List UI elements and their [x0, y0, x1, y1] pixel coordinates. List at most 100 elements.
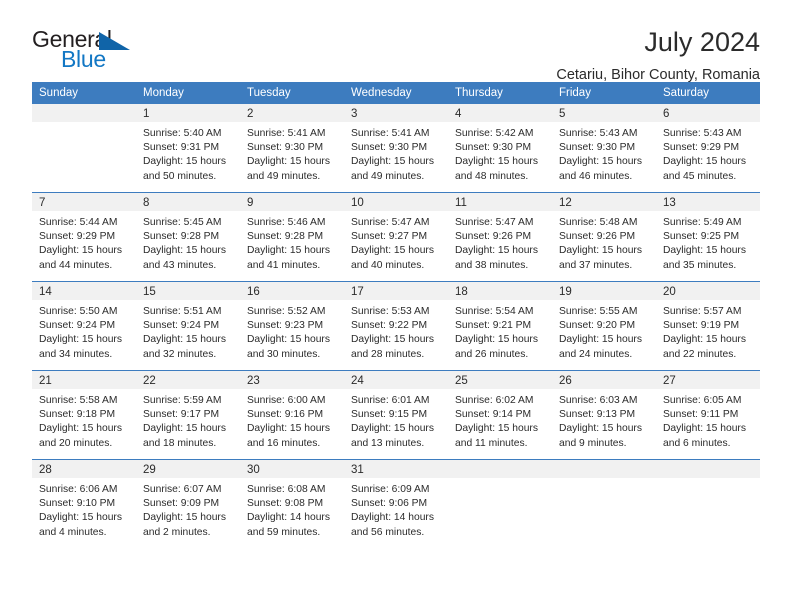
sunset-text: Sunset: 9:30 PM — [559, 142, 636, 154]
day-number: 22 — [136, 371, 240, 389]
calendar-day-cell[interactable]: 13 Sunrise: 5:49 AM Sunset: 9:25 PM Dayligh… — [656, 192, 760, 282]
calendar-day-cell[interactable]: 15 Sunrise: 5:51 AM Sunset: 9:24 PM Dayligh… — [136, 281, 240, 371]
calendar-day-cell[interactable]: 28 Sunrise: 6:06 AM Sunset: 9:10 PM Dayligh… — [32, 459, 136, 548]
sunrise-text: Sunrise: 5:52 AM — [247, 306, 326, 317]
calendar-day-cell[interactable]: 4 Sunrise: 5:42 AM Sunset: 9:30 PM Daylight… — [448, 104, 552, 193]
day-number: 5 — [552, 104, 656, 122]
calendar-day-cell[interactable]: 10 Sunrise: 5:47 AM Sunset: 9:27 PM Dayligh… — [344, 192, 448, 282]
generalblue-logo[interactable]: General Blue — [32, 26, 142, 72]
calendar-day-cell[interactable]: 25 Sunrise: 6:02 AM Sunset: 9:14 PM Dayligh… — [448, 370, 552, 460]
daylight-text-line1: Daylight: 15 hours — [39, 334, 122, 346]
sunset-text: Sunset: 9:27 PM — [351, 231, 428, 243]
daylight-text-line1: Daylight: 15 hours — [247, 423, 330, 435]
sunset-text: Sunset: 9:14 PM — [455, 409, 532, 421]
page-header: General Blue July 2024 Cetariu, Bihor Co… — [32, 0, 760, 83]
calendar-day-cell[interactable]: 20 Sunrise: 5:57 AM Sunset: 9:19 PM Dayligh… — [656, 281, 760, 371]
sunset-text: Sunset: 9:26 PM — [559, 231, 636, 243]
calendar-day-cell[interactable]: 16 Sunrise: 5:52 AM Sunset: 9:23 PM Dayligh… — [240, 281, 344, 371]
daylight-text-line2: and 50 minutes. — [143, 170, 217, 182]
daylight-text-line1: Daylight: 15 hours — [143, 423, 226, 435]
daylight-text-line2: and 49 minutes. — [247, 170, 321, 182]
daylight-text-line2: and 43 minutes. — [143, 259, 217, 271]
daylight-text-line1: Daylight: 15 hours — [143, 512, 226, 524]
daylight-text-line2: and 46 minutes. — [559, 170, 633, 182]
sunset-text: Sunset: 9:24 PM — [39, 320, 116, 332]
day-details: Sunrise: 5:57 AM Sunset: 9:19 PM Daylight:… — [656, 300, 760, 362]
sunrise-text: Sunrise: 5:57 AM — [663, 306, 742, 317]
calendar-day-cell[interactable]: 30 Sunrise: 6:08 AM Sunset: 9:08 PM Dayligh… — [240, 459, 344, 548]
daylight-text-line2: and 40 minutes. — [351, 259, 425, 271]
calendar-day-cell[interactable]: 9 Sunrise: 5:46 AM Sunset: 9:28 PM Daylight… — [240, 192, 344, 282]
day-details: Sunrise: 6:05 AM Sunset: 9:11 PM Daylight:… — [656, 389, 760, 451]
calendar-day-cell[interactable]: 19 Sunrise: 5:55 AM Sunset: 9:20 PM Dayligh… — [552, 281, 656, 371]
calendar-day-cell[interactable]: 12 Sunrise: 5:48 AM Sunset: 9:26 PM Dayligh… — [552, 192, 656, 282]
day-number: 7 — [32, 193, 136, 211]
calendar-day-cell[interactable]: 14 Sunrise: 5:50 AM Sunset: 9:24 PM Dayligh… — [32, 281, 136, 371]
daylight-text-line1: Daylight: 15 hours — [351, 423, 434, 435]
calendar-day-cell[interactable]: 3 Sunrise: 5:41 AM Sunset: 9:30 PM Daylight… — [344, 104, 448, 193]
calendar-day-cell[interactable]: 2 Sunrise: 5:41 AM Sunset: 9:30 PM Daylight… — [240, 104, 344, 193]
daylight-text-line1: Daylight: 15 hours — [455, 245, 538, 257]
day-number: 6 — [656, 104, 760, 122]
sunrise-text: Sunrise: 5:43 AM — [559, 128, 638, 139]
sunset-text: Sunset: 9:28 PM — [143, 231, 220, 243]
sunrise-text: Sunrise: 5:59 AM — [143, 395, 222, 406]
daylight-text-line1: Daylight: 15 hours — [663, 334, 746, 346]
calendar-day-cell[interactable]: 24 Sunrise: 6:01 AM Sunset: 9:15 PM Dayligh… — [344, 370, 448, 460]
day-number: 10 — [344, 193, 448, 211]
daylight-text-line1: Daylight: 15 hours — [559, 156, 642, 168]
sunset-text: Sunset: 9:17 PM — [143, 409, 220, 421]
sunrise-text: Sunrise: 5:50 AM — [39, 306, 118, 317]
calendar-day-cell[interactable]: 1 Sunrise: 5:40 AM Sunset: 9:31 PM Daylight… — [136, 104, 240, 193]
calendar-day-cell[interactable]: 6 Sunrise: 5:43 AM Sunset: 9:29 PM Daylight… — [656, 104, 760, 193]
daylight-text-line2: and 9 minutes. — [559, 437, 627, 449]
day-details: Sunrise: 5:52 AM Sunset: 9:23 PM Daylight:… — [240, 300, 344, 362]
day-details: Sunrise: 6:07 AM Sunset: 9:09 PM Daylight:… — [136, 478, 240, 540]
sunset-text: Sunset: 9:22 PM — [351, 320, 428, 332]
calendar-day-cell[interactable]: 21 Sunrise: 5:58 AM Sunset: 9:18 PM Dayligh… — [32, 370, 136, 460]
calendar-day-cell[interactable]: 27 Sunrise: 6:05 AM Sunset: 9:11 PM Dayligh… — [656, 370, 760, 460]
calendar-day-cell[interactable]: 22 Sunrise: 5:59 AM Sunset: 9:17 PM Dayligh… — [136, 370, 240, 460]
day-details: Sunrise: 5:50 AM Sunset: 9:24 PM Daylight:… — [32, 300, 136, 362]
day-details: Sunrise: 5:45 AM Sunset: 9:28 PM Daylight:… — [136, 211, 240, 273]
calendar-day-cell[interactable]: 26 Sunrise: 6:03 AM Sunset: 9:13 PM Dayligh… — [552, 370, 656, 460]
calendar-day-cell[interactable]: 29 Sunrise: 6:07 AM Sunset: 9:09 PM Dayligh… — [136, 459, 240, 548]
day-details: Sunrise: 6:00 AM Sunset: 9:16 PM Daylight:… — [240, 389, 344, 451]
weekday-header-sunday: Sunday — [32, 82, 136, 104]
calendar-day-cell[interactable]: 8 Sunrise: 5:45 AM Sunset: 9:28 PM Daylight… — [136, 192, 240, 282]
calendar-day-cell[interactable]: 23 Sunrise: 6:00 AM Sunset: 9:16 PM Dayligh… — [240, 370, 344, 460]
sunset-text: Sunset: 9:31 PM — [143, 142, 220, 154]
calendar-day-cell[interactable]: 7 Sunrise: 5:44 AM Sunset: 9:29 PM Daylight… — [32, 192, 136, 282]
day-details: Sunrise: 6:02 AM Sunset: 9:14 PM Daylight:… — [448, 389, 552, 451]
sunrise-text: Sunrise: 6:08 AM — [247, 484, 326, 495]
day-number: 12 — [552, 193, 656, 211]
calendar-day-cell[interactable]: 31 Sunrise: 6:09 AM Sunset: 9:06 PM Dayligh… — [344, 459, 448, 548]
day-number: 8 — [136, 193, 240, 211]
calendar-day-cell[interactable]: 5 Sunrise: 5:43 AM Sunset: 9:30 PM Daylight… — [552, 104, 656, 193]
daylight-text-line1: Daylight: 15 hours — [663, 423, 746, 435]
day-details: Sunrise: 5:46 AM Sunset: 9:28 PM Daylight:… — [240, 211, 344, 273]
day-details: Sunrise: 5:44 AM Sunset: 9:29 PM Daylight:… — [32, 211, 136, 273]
calendar-day-cell-empty — [656, 459, 760, 548]
day-details: Sunrise: 5:59 AM Sunset: 9:17 PM Daylight:… — [136, 389, 240, 451]
calendar-week-row: 1 Sunrise: 5:40 AM Sunset: 9:31 PM Daylight… — [32, 104, 760, 193]
calendar-day-cell[interactable]: 18 Sunrise: 5:54 AM Sunset: 9:21 PM Dayligh… — [448, 281, 552, 371]
daylight-text-line2: and 41 minutes. — [247, 259, 321, 271]
daylight-text-line1: Daylight: 15 hours — [455, 156, 538, 168]
weekday-header-saturday: Saturday — [656, 82, 760, 104]
daylight-text-line2: and 30 minutes. — [247, 348, 321, 360]
day-details: Sunrise: 6:08 AM Sunset: 9:08 PM Daylight:… — [240, 478, 344, 540]
sunrise-text: Sunrise: 5:45 AM — [143, 217, 222, 228]
sunset-text: Sunset: 9:25 PM — [663, 231, 740, 243]
daylight-text-line2: and 6 minutes. — [663, 437, 731, 449]
day-number: 27 — [656, 371, 760, 389]
daylight-text-line2: and 4 minutes. — [39, 526, 107, 538]
calendar-day-cell[interactable]: 11 Sunrise: 5:47 AM Sunset: 9:26 PM Dayligh… — [448, 192, 552, 282]
sunrise-text: Sunrise: 5:58 AM — [39, 395, 118, 406]
calendar-day-cell[interactable]: 17 Sunrise: 5:53 AM Sunset: 9:22 PM Dayligh… — [344, 281, 448, 371]
weekday-header-row: Sunday Monday Tuesday Wednesday Thursday… — [32, 82, 760, 104]
daylight-text-line1: Daylight: 15 hours — [559, 423, 642, 435]
day-number: 4 — [448, 104, 552, 122]
calendar-head: Sunday Monday Tuesday Wednesday Thursday… — [32, 82, 760, 104]
calendar-day-cell-empty — [32, 104, 136, 193]
